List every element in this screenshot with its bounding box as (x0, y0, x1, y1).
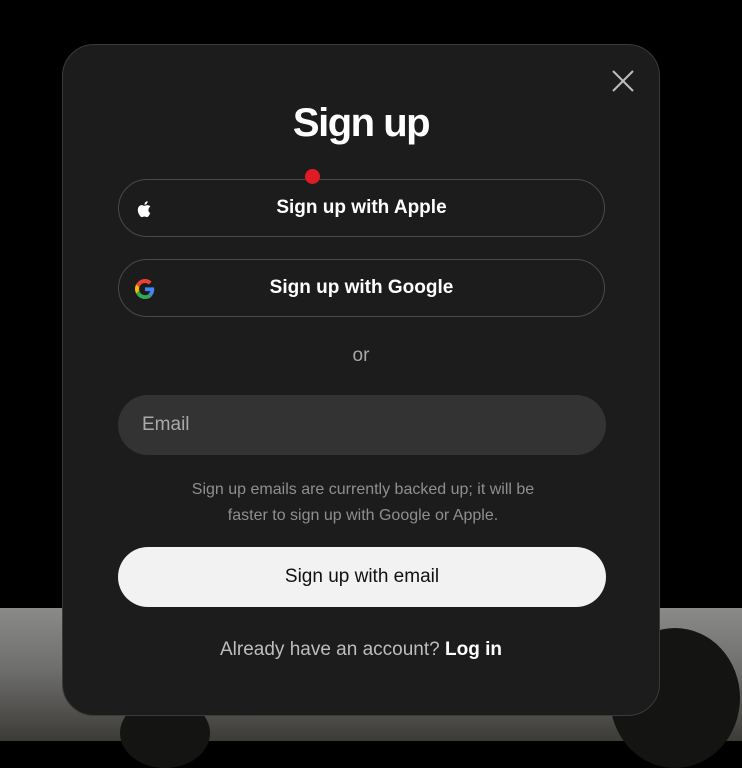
notification-dot (305, 169, 320, 184)
modal-title: Sign up (292, 101, 431, 145)
email-input[interactable] (118, 395, 606, 455)
close-icon[interactable] (609, 67, 637, 95)
signup-apple-button[interactable]: Sign up with Apple (118, 179, 605, 237)
signup-google-button[interactable]: Sign up with Google (118, 259, 605, 317)
signup-modal: Sign up Sign up with Apple Sign up with … (62, 44, 660, 716)
login-row: Already have an account? Log in (63, 639, 659, 661)
apple-icon (135, 199, 155, 219)
login-link[interactable]: Log in (445, 639, 502, 660)
signup-apple-label: Sign up with Apple (276, 197, 447, 218)
close-button[interactable] (609, 67, 637, 95)
signup-email-button[interactable]: Sign up with email (118, 547, 606, 607)
google-icon (135, 279, 155, 299)
signup-google-label: Sign up with Google (269, 277, 454, 298)
divider-or: or (352, 345, 370, 366)
login-prompt: Already have an account? (220, 639, 440, 660)
backlog-notice: Sign up emails are currently backed up; … (191, 481, 535, 524)
